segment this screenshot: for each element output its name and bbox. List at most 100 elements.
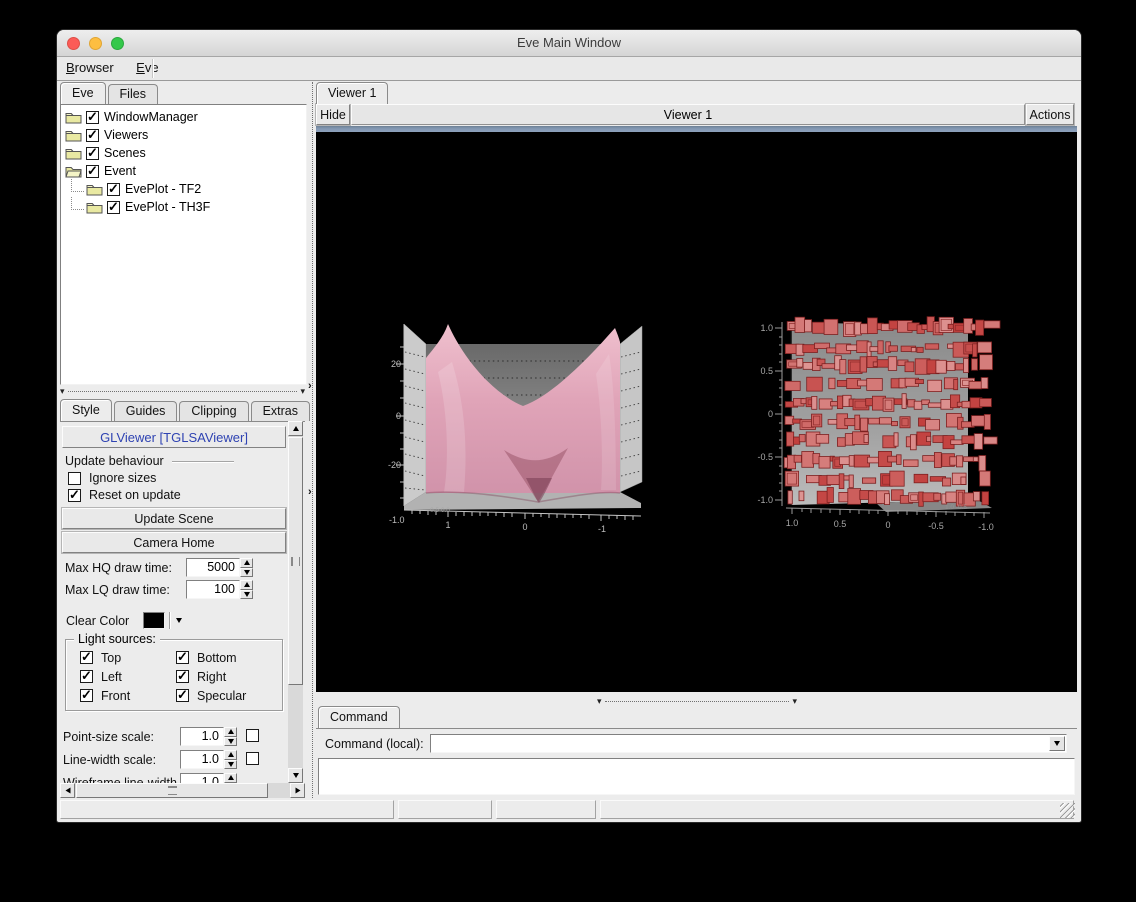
tab-files[interactable]: Files [108, 84, 158, 104]
title-bar[interactable]: Eve Main Window [57, 30, 1081, 57]
scrollbar-thumb[interactable] [288, 437, 303, 685]
tree-item-eveplot-tf2[interactable]: EvePlot - TF2 [61, 180, 306, 198]
close-button[interactable] [67, 37, 80, 50]
max-lq-spinner[interactable]: 100 [186, 580, 253, 599]
light-left-label: Left [101, 670, 122, 684]
clear-color-swatch[interactable] [143, 612, 165, 629]
splitter-line [68, 391, 298, 392]
command-input-value[interactable] [431, 737, 435, 751]
tab-clipping[interactable]: Clipping [179, 401, 248, 421]
point-size-checkbox[interactable] [246, 729, 259, 742]
scroll-down-icon[interactable] [288, 768, 303, 783]
tab-viewer-1[interactable]: Viewer 1 [316, 82, 388, 104]
th3f-y-axis [775, 322, 782, 506]
line-width-value[interactable]: 1.0 [180, 750, 224, 769]
viewer-title-bar[interactable]: Viewer 1 [351, 104, 1025, 125]
tree-style-splitter[interactable]: ▾ ▾ [60, 386, 305, 396]
zoom-button[interactable] [111, 37, 124, 50]
update-scene-button[interactable]: Update Scene [62, 508, 286, 529]
light-specular-checkbox[interactable] [176, 689, 189, 702]
th3f-y-tick-labels: 1.0 0.5 0 -0.5 -1.0 [757, 323, 773, 505]
scroll-left-icon[interactable] [60, 783, 75, 798]
panel-splitter[interactable]: › › [308, 82, 316, 798]
th3f-box-plot[interactable]: 1.0 0.5 0 -0.5 -1.0 1.0 0.5 0 -0.5 [746, 312, 1014, 537]
reset-on-update-checkbox[interactable] [68, 489, 81, 502]
collapse-arrow-icon[interactable]: ▾ [60, 387, 65, 395]
tab-extras[interactable]: Extras [251, 401, 310, 421]
glviewer-button[interactable]: GLViewer [TGLSAViewer] [62, 426, 286, 448]
svg-text:0: 0 [768, 409, 773, 419]
tree-item-eveplot-th3f[interactable]: EvePlot - TH3F [61, 198, 306, 216]
collapse-right-icon[interactable]: › [308, 486, 312, 498]
spin-up-icon[interactable] [224, 727, 237, 737]
ignore-sizes-checkbox[interactable] [68, 472, 81, 485]
scroll-up-icon[interactable] [288, 421, 303, 436]
folder-icon [65, 147, 82, 160]
command-dropdown-button[interactable] [1049, 736, 1065, 751]
tree-item-windowmanager[interactable]: WindowManager [61, 108, 306, 126]
spin-down-icon[interactable] [224, 737, 237, 747]
spin-down-icon[interactable] [240, 568, 253, 578]
tab-style[interactable]: Style [60, 399, 112, 421]
point-size-value[interactable]: 1.0 [180, 727, 224, 746]
viewer-command-splitter[interactable]: ▾ ▾ [597, 696, 797, 706]
spin-down-icon[interactable] [240, 590, 253, 600]
tree-item-label: Scenes [104, 146, 146, 160]
tree-item-viewers[interactable]: Viewers [61, 126, 306, 144]
line-width-spinner[interactable]: 1.0 [180, 750, 237, 769]
left-panel-hscrollbar[interactable] [60, 783, 305, 798]
light-right-checkbox[interactable] [176, 670, 189, 683]
spin-up-icon[interactable] [240, 558, 253, 568]
command-input[interactable] [430, 734, 1067, 753]
tab-eve[interactable]: Eve [60, 82, 106, 104]
spin-up-icon[interactable] [224, 750, 237, 760]
line-width-checkbox[interactable] [246, 752, 259, 765]
collapse-arrow-icon[interactable]: ▾ [597, 697, 602, 705]
group-separator-line [172, 461, 234, 462]
point-size-spinner[interactable]: 1.0 [180, 727, 237, 746]
actions-button[interactable]: Actions [1026, 104, 1074, 125]
tree-checkbox[interactable] [86, 165, 99, 178]
collapse-arrow-icon[interactable]: ▾ [300, 387, 305, 395]
tree-item-event[interactable]: Event [61, 162, 306, 180]
spin-down-icon[interactable] [224, 760, 237, 770]
spin-up-icon[interactable] [224, 773, 237, 783]
command-output[interactable] [318, 758, 1075, 795]
tree-branch-line [71, 179, 84, 192]
tab-guides[interactable]: Guides [114, 401, 178, 421]
max-lq-value[interactable]: 100 [186, 580, 240, 599]
light-top-checkbox[interactable] [80, 651, 93, 664]
light-left-checkbox[interactable] [80, 670, 93, 683]
resize-grip[interactable] [1060, 803, 1075, 818]
collapse-right-icon[interactable]: › [308, 380, 312, 392]
tree-checkbox[interactable] [107, 201, 120, 214]
wireframe-value[interactable]: 1.0 [180, 773, 224, 783]
light-bottom-checkbox[interactable] [176, 651, 189, 664]
collapse-arrow-icon[interactable]: ▾ [792, 697, 797, 705]
camera-home-button[interactable]: Camera Home [62, 532, 286, 553]
tree-checkbox[interactable] [86, 147, 99, 160]
spin-up-icon[interactable] [240, 580, 253, 590]
svg-text:1.0: 1.0 [760, 323, 773, 333]
tree-item-scenes[interactable]: Scenes [61, 144, 306, 162]
viewer-tabbar: Viewer 1 [316, 82, 390, 104]
scrollbar-thumb[interactable] [76, 783, 268, 798]
hide-button[interactable]: Hide [316, 104, 350, 125]
scroll-right-icon[interactable] [290, 783, 305, 798]
tf2-surface-plot[interactable]: 20 0 -20 -1.0 1 0 -1 0.5 0.0 [388, 312, 663, 537]
plot-right-wall [620, 326, 642, 492]
menu-eve[interactable]: Eve [127, 57, 167, 80]
menu-browser[interactable]: Browser [57, 57, 123, 80]
wireframe-spinner[interactable]: 1.0 [180, 773, 237, 783]
style-panel-scrollbar[interactable] [288, 421, 303, 783]
clear-color-dropdown-button[interactable] [169, 612, 187, 629]
tab-command[interactable]: Command [318, 706, 400, 728]
max-hq-value[interactable]: 5000 [186, 558, 240, 577]
tree-checkbox[interactable] [107, 183, 120, 196]
tree-checkbox[interactable] [86, 129, 99, 142]
gl-viewer-canvas[interactable]: 20 0 -20 -1.0 1 0 -1 0.5 0.0 [316, 132, 1077, 692]
light-front-checkbox[interactable] [80, 689, 93, 702]
tree-checkbox[interactable] [86, 111, 99, 124]
minimize-button[interactable] [89, 37, 102, 50]
max-hq-spinner[interactable]: 5000 [186, 558, 253, 577]
